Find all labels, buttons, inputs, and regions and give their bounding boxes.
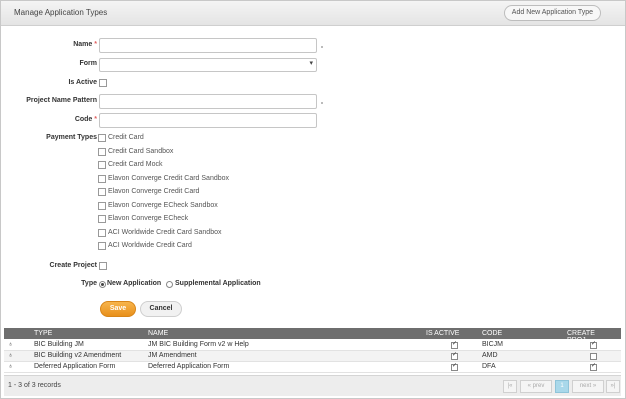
page-title: Manage Application Types [14,8,108,17]
payment-type-label: ACI Worldwide Credit Card [108,242,192,249]
chevron-down-icon: ▾ [309,60,313,67]
type-new-application-radio[interactable] [99,281,106,288]
pagination-bar: 1 - 3 of 3 records |« « prev 1 next » »| [4,375,621,396]
payment-type-label: Elavon Converge ECheck Sandbox [108,202,218,209]
cell-is-active-checkbox [451,340,458,349]
payment-type-label: Credit Card [108,134,144,141]
type-new-application-label: New Application [107,280,162,287]
payment-type-checkbox[interactable] [98,175,106,183]
cell-create-project-checkbox [590,362,597,371]
code-label: Code * [74,116,97,123]
save-button[interactable]: Save [100,301,136,317]
cell-is-active-checkbox [451,351,458,360]
table-row[interactable]: ♁ BIC Building JM JM BIC Building Form v… [4,340,621,351]
bicycle-icon[interactable]: ♁ [8,352,13,359]
cell-code: BICJM [482,341,503,348]
column-header-is-active[interactable]: IS ACTIVE [426,330,459,337]
cell-type: BIC Building JM [34,341,84,348]
prev-page-button[interactable]: « prev [520,380,552,393]
project-name-pattern-label: Project Name Pattern [26,97,97,104]
bicycle-icon[interactable]: ♁ [8,341,13,348]
payment-type-checkbox[interactable] [98,242,106,250]
project-name-pattern-input[interactable] [99,94,317,109]
column-header-name[interactable]: NAME [148,330,168,337]
cell-create-project-checkbox [590,353,597,360]
cell-create-project-checkbox [590,340,597,349]
table-row[interactable]: ♁ Deferred Application Form Deferred App… [4,362,621,373]
payment-type-checkbox[interactable] [98,188,106,196]
column-header-code[interactable]: CODE [482,330,502,337]
is-active-label: Is Active [68,79,97,86]
cancel-button[interactable]: Cancel [140,301,182,317]
cell-name: JM BIC Building Form v2 w Help [148,341,249,348]
table-row[interactable]: ♁ BIC Building v2 Amendment JM Amendment… [4,351,621,362]
last-page-button[interactable]: »| [606,380,620,393]
payment-type-label: Credit Card Sandbox [108,148,174,155]
cell-name: Deferred Application Form [148,363,230,370]
cell-type: Deferred Application Form [34,363,116,370]
create-project-label: Create Project [49,262,97,269]
table-header: TYPE NAME IS ACTIVE CODE CREATE PROJ... [4,328,621,344]
payment-type-checkbox[interactable] [98,215,106,223]
form-label: Form [79,60,98,67]
cell-code: DFA [482,363,496,370]
column-header-type[interactable]: TYPE [34,330,52,337]
cell-is-active-checkbox [451,362,458,371]
create-project-checkbox[interactable] [99,262,107,270]
field-hint-dot [321,46,323,48]
panel-header: Manage Application Types Add New Applica… [1,1,625,26]
type-supplemental-application-label: Supplemental Application [175,280,261,287]
type-label: Type [81,280,97,287]
add-new-application-type-button[interactable]: Add New Application Type [503,5,601,21]
payment-type-label: Elavon Converge ECheck [108,215,189,222]
payment-type-label: Elavon Converge Credit Card [108,188,200,195]
name-label: Name * [73,41,97,48]
cell-name: JM Amendment [148,352,197,359]
code-input[interactable] [99,113,317,128]
payment-type-label: Credit Card Mock [108,161,163,168]
payment-types-label: Payment Types [46,134,97,141]
payment-type-checkbox[interactable] [98,161,106,169]
field-hint-dot [321,102,323,104]
cell-code: AMD [482,352,498,359]
payment-type-checkbox[interactable] [98,148,106,156]
type-supplemental-application-radio[interactable] [166,281,173,288]
is-active-checkbox[interactable] [99,79,107,87]
first-page-button[interactable]: |« [503,380,517,393]
record-count: 1 - 3 of 3 records [8,382,61,389]
payment-type-checkbox[interactable] [98,229,106,237]
page-number-button[interactable]: 1 [555,380,569,393]
payment-type-label: ACI Worldwide Credit Card Sandbox [108,229,222,236]
payment-type-label: Elavon Converge Credit Card Sandbox [108,175,230,182]
payment-type-checkbox[interactable] [98,134,106,142]
name-input[interactable] [99,38,317,53]
cell-type: BIC Building v2 Amendment [34,352,122,359]
next-page-button[interactable]: next » [572,380,604,393]
bicycle-icon[interactable]: ♁ [8,363,13,370]
form-select[interactable]: ▾ [99,58,317,72]
payment-type-checkbox[interactable] [98,202,106,210]
